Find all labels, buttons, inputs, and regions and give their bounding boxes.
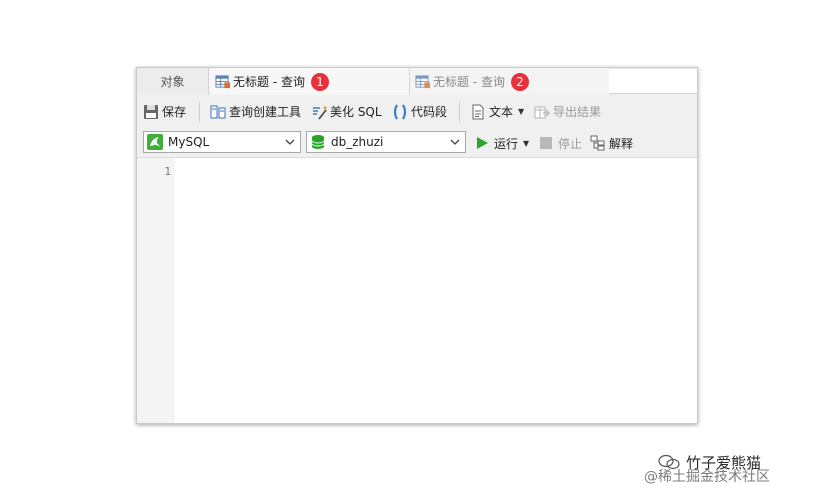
explain-label: 解释 — [609, 136, 634, 151]
watermark-name: 竹子爱熊猫 — [686, 454, 762, 472]
tab-query-1-label: 无标题 - 查询 — [233, 75, 305, 89]
watermark: @稀土掘金技术社区 竹子爱熊猫 — [640, 452, 810, 492]
tab-bar: 对象 无标题 - 查询 1 无标题 - 查询 2 — [137, 68, 697, 95]
code-snippet-button[interactable]: 代码段 — [392, 95, 447, 128]
connection-select[interactable]: MySQL — [143, 131, 301, 153]
query-builder-label: 查询创建工具 — [229, 105, 302, 119]
text-mode-label: 文本 — [489, 105, 514, 119]
tab-query-2-badge: 2 — [510, 72, 529, 91]
chevron-down-icon: ▼ — [518, 107, 525, 116]
toolbar-divider — [459, 102, 460, 122]
tab-query-1[interactable]: 无标题 - 查询 1 — [209, 68, 409, 95]
chevron-down-icon — [285, 139, 295, 145]
query-builder-button[interactable]: 查询创建工具 — [210, 95, 301, 128]
save-label: 保存 — [162, 105, 187, 119]
export-result-label: 导出结果 — [553, 105, 602, 119]
tab-objects[interactable]: 对象 — [137, 68, 209, 95]
export-result-button[interactable]: 导出结果 — [534, 95, 601, 128]
explain-icon — [590, 135, 605, 151]
query-editor-window: 对象 无标题 - 查询 1 无标题 - 查询 2 保存 查询创建工具 美化 SQ… — [136, 67, 698, 424]
tab-query-2[interactable]: 无标题 - 查询 2 — [409, 68, 609, 95]
mysql-dolphin-icon — [147, 134, 163, 150]
connection-select-value: MySQL — [168, 135, 210, 149]
database-select[interactable]: db_zhuzi — [306, 131, 466, 153]
sql-editor[interactable]: 1 — [137, 158, 697, 423]
code-snippet-label: 代码段 — [411, 105, 448, 119]
query-table-icon — [215, 75, 230, 89]
beautify-sql-button[interactable]: 美化 SQL — [311, 95, 382, 128]
line-number: 1 — [164, 165, 171, 178]
play-icon — [477, 137, 488, 149]
stop-icon — [540, 137, 552, 149]
text-document-icon — [472, 104, 484, 119]
save-icon — [144, 104, 158, 119]
line-number-gutter: 1 — [137, 158, 175, 423]
database-icon — [311, 135, 325, 149]
run-button[interactable]: 运行 ▼ — [475, 128, 529, 158]
query-builder-icon — [210, 105, 226, 118]
query-table-icon — [415, 75, 430, 89]
explain-button[interactable]: 解释 — [590, 128, 633, 158]
export-icon — [534, 106, 550, 118]
tab-objects-label: 对象 — [160, 75, 185, 89]
run-label: 运行 — [494, 136, 519, 151]
stop-button[interactable]: 停止 — [539, 128, 582, 158]
beautify-wand-icon — [313, 106, 327, 119]
beautify-sql-label: 美化 SQL — [330, 105, 382, 119]
tab-query-1-badge: 1 — [310, 72, 329, 91]
code-snippet-icon — [394, 104, 406, 119]
chevron-down-icon — [450, 139, 460, 145]
text-mode-button[interactable]: 文本 ▼ — [470, 95, 524, 128]
stop-label: 停止 — [558, 136, 583, 151]
chevron-down-icon: ▼ — [523, 138, 530, 148]
tab-bar-empty-area — [609, 69, 697, 94]
main-toolbar: 保存 查询创建工具 美化 SQL 代码段 文本 ▼ 导出结果 — [137, 95, 697, 128]
database-select-value: db_zhuzi — [331, 135, 384, 149]
tab-query-2-label: 无标题 - 查询 — [433, 75, 505, 89]
toolbar-divider — [199, 102, 200, 122]
connection-toolbar: MySQL db_zhuzi 运行 ▼ 停止 解释 — [137, 128, 697, 158]
save-button[interactable]: 保存 — [143, 95, 186, 128]
